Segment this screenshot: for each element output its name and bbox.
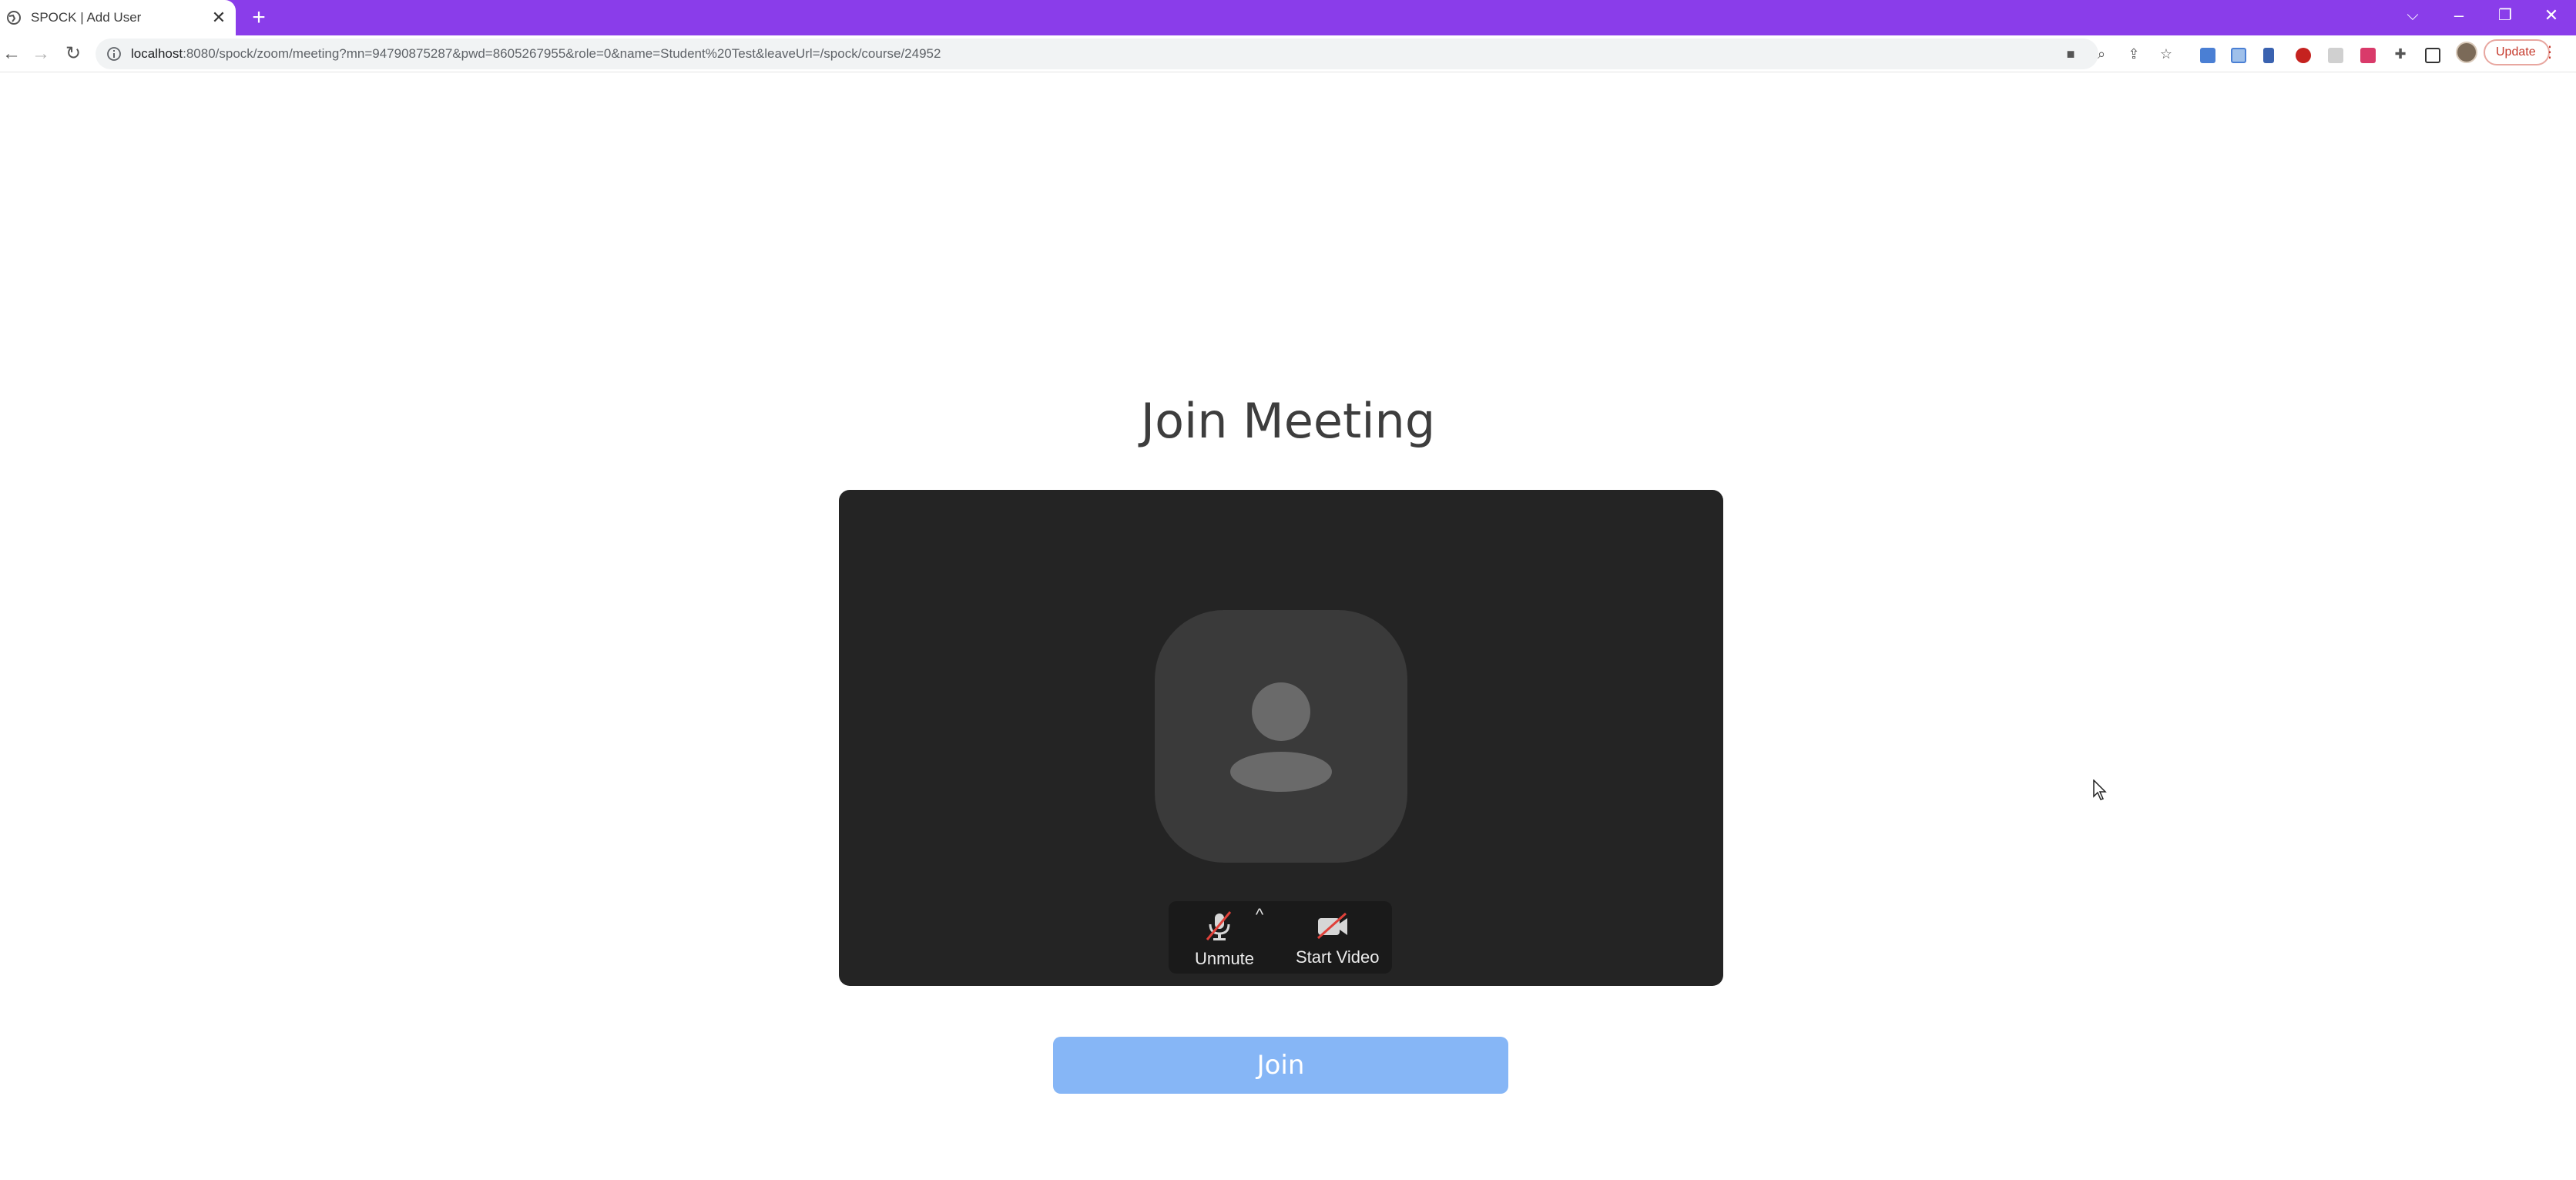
close-tab-icon[interactable]: ✕ xyxy=(210,8,228,27)
extension-4-icon[interactable] xyxy=(2296,48,2311,63)
side-panel-icon[interactable] xyxy=(2425,48,2440,63)
bookmark-star-icon[interactable]: ☆ xyxy=(2157,45,2175,63)
start-video-label[interactable]: Start Video xyxy=(1296,947,1379,967)
close-window-button[interactable]: ✕ xyxy=(2530,0,2573,31)
profile-avatar[interactable] xyxy=(2456,42,2477,63)
globe-icon xyxy=(7,11,21,25)
new-tab-button[interactable]: + xyxy=(248,6,270,29)
back-icon[interactable]: ← xyxy=(0,42,23,65)
join-button[interactable]: Join xyxy=(1053,1037,1508,1094)
tab-title: SPOCK | Add User xyxy=(31,10,142,25)
video-preview: ^ Unmute Start Video xyxy=(839,490,1723,986)
minimize-button[interactable]: – xyxy=(2437,0,2480,31)
puzzle-extensions-icon[interactable]: ✚ xyxy=(2391,45,2410,63)
reload-icon[interactable]: ↻ xyxy=(62,42,85,65)
mouse-cursor-icon xyxy=(2093,779,2107,800)
extension-5-icon[interactable] xyxy=(2328,48,2343,63)
extension-6-icon[interactable] xyxy=(2360,48,2376,63)
url-host: localhost xyxy=(131,46,183,61)
avatar-placeholder xyxy=(1155,610,1407,863)
extension-3-icon[interactable] xyxy=(2263,48,2274,63)
url-text[interactable]: localhost:8080/spock/zoom/meeting?mn=947… xyxy=(131,46,941,62)
user-icon xyxy=(1230,682,1332,792)
forward-icon[interactable]: → xyxy=(29,42,52,65)
audio-options-caret[interactable]: ^ xyxy=(1252,906,1267,924)
unmute-label[interactable]: Unmute xyxy=(1195,949,1254,969)
mic-muted-icon[interactable] xyxy=(1202,909,1236,943)
tab-spock-add-user[interactable]: SPOCK | Add User ✕ xyxy=(0,0,236,35)
restore-button[interactable]: ❐ xyxy=(2484,0,2527,31)
zoom-icon[interactable]: ⌕ xyxy=(2092,45,2111,63)
video-off-icon[interactable] xyxy=(1315,910,1350,941)
extension-2-icon[interactable] xyxy=(2231,48,2246,63)
tab-search-icon[interactable]: ⌵ xyxy=(2391,0,2434,31)
camera-blocked-icon[interactable]: ■ xyxy=(2061,45,2080,63)
info-icon[interactable] xyxy=(106,46,122,62)
browser-toolbar: ← → ↻ localhost:8080/spock/zoom/meeting?… xyxy=(0,35,2576,72)
preview-controls: ^ Unmute Start Video xyxy=(1169,901,1392,974)
page-title: Join Meeting xyxy=(1140,393,1436,449)
tab-strip: SPOCK | Add User ✕ + ⌵ – ❐ ✕ xyxy=(0,0,2576,35)
share-icon[interactable]: ⇪ xyxy=(2125,45,2143,63)
address-bar[interactable]: localhost:8080/spock/zoom/meeting?mn=947… xyxy=(96,39,2098,69)
extension-1-icon[interactable] xyxy=(2200,48,2215,63)
url-path: :8080/spock/zoom/meeting?mn=94790875287&… xyxy=(183,46,941,61)
menu-dots-icon[interactable]: ⋮ xyxy=(2541,43,2559,62)
